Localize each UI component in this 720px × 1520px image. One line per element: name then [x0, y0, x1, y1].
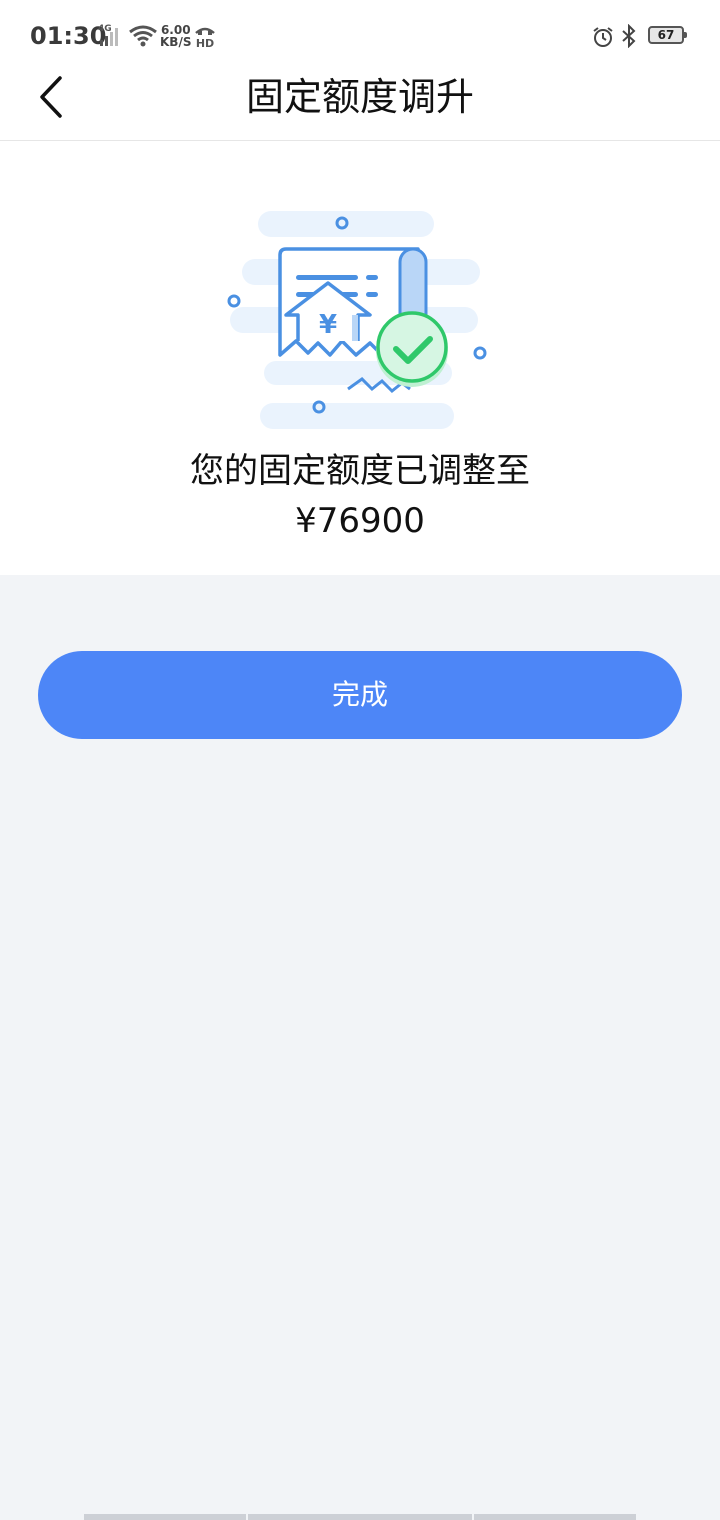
battery-icon: 67: [648, 26, 687, 44]
gesture-bar-center: [248, 1514, 472, 1520]
result-card: ¥ 您的固定额度已调整至 ¥76900: [0, 141, 720, 575]
page-title: 固定额度调升: [245, 75, 474, 119]
bluetooth-icon: [620, 23, 638, 52]
result-message: 您的固定额度已调整至: [190, 451, 530, 491]
gesture-bar-left: [84, 1514, 246, 1520]
network-speed: 6.00 KB/S: [160, 24, 191, 48]
alarm-icon: [592, 26, 614, 52]
cellular-signal-icon: 4G: [98, 24, 124, 48]
gesture-bar-right: [474, 1514, 636, 1520]
receipt-approved-icon: ¥: [220, 203, 500, 437]
hd-voice-icon: HD: [193, 24, 217, 52]
speed-unit: KB/S: [160, 35, 192, 49]
network-type-label: 4G: [98, 24, 112, 34]
status-bar: 01:30 4G 6.00 KB/S HD 67: [0, 0, 720, 72]
result-amount: ¥76900: [295, 501, 425, 541]
wifi-icon: [128, 24, 158, 52]
navigation-bar: 固定额度调升: [0, 72, 720, 141]
status-time: 01:30: [30, 22, 107, 50]
battery-level: 67: [657, 28, 675, 42]
svg-text:¥: ¥: [319, 310, 337, 340]
hd-label: HD: [196, 37, 214, 48]
done-button[interactable]: 完成: [38, 651, 682, 739]
